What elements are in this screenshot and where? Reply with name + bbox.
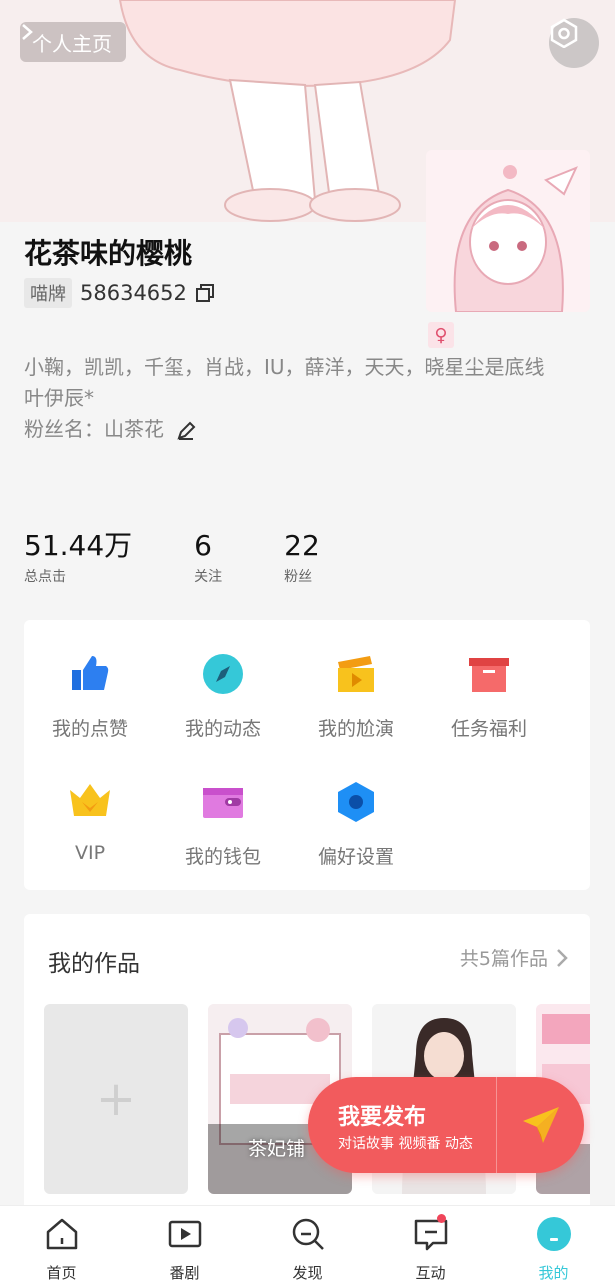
edit-pencil-icon[interactable] [176,421,196,441]
stat-label: 总点击 [24,569,66,585]
publish-icon-area [496,1077,584,1173]
user-bio: 小鞠，凯凯，千玺，肖战，IU，薛洋，天天，晓星尘是底线 叶伊辰* 粉丝名：山茶花 [24,352,594,445]
compass-icon [203,654,243,694]
publish-subtitle: 对话故事 视频番 动态 [338,1136,473,1152]
chevron-right-icon [22,24,33,40]
works-title: 我的作品 [48,951,140,977]
add-work-button[interactable]: + [44,1004,188,1194]
gender-female-icon: ♀ [428,322,454,348]
menu-label: 偏好设置 [317,846,394,868]
menu-label: 我的点赞 [51,718,128,740]
stat-value: 51.44万 [24,529,133,562]
bottom-navigation: 首页 番剧 发现 互动 我的 [0,1205,615,1280]
avatar-illustration [426,150,590,312]
feature-menu-card: 我的点赞 我的动态 我的尬演 任务福利 VIP 我的钱包 偏好设置 [24,620,590,890]
nav-label: 互动 [415,1264,446,1280]
notification-dot [437,1214,446,1223]
user-id-row: 喵牌 58634652 [24,278,215,308]
stat-value: 22 [284,529,320,562]
copy-icon[interactable] [195,283,215,303]
gift-box-icon [469,658,509,692]
stat-total-clicks[interactable]: 51.44万 总点击 [24,530,132,586]
works-count-link[interactable]: 共5篇作品 [460,944,568,971]
mine-icon [536,1217,571,1251]
menu-label: 任务福利 [450,718,527,740]
settings-hex-icon [550,18,578,48]
works-count: 共5篇作品 [459,948,548,970]
nav-mine[interactable]: 我的 [492,1206,615,1280]
nav-home[interactable]: 首页 [0,1206,123,1280]
menu-my-likes[interactable]: 我的点赞 [24,652,156,741]
home-icon [46,1218,77,1250]
nav-anime[interactable]: 番剧 [123,1206,246,1280]
hex-gear-icon [338,782,374,822]
nav-label: 我的 [538,1264,569,1280]
menu-task-rewards[interactable]: 任务福利 [423,652,555,741]
publish-title: 我要发布 [338,1105,427,1130]
play-icon [168,1220,201,1248]
menu-preferences[interactable]: 偏好设置 [290,780,422,869]
personal-homepage-button[interactable]: 个人主页 [20,22,126,62]
stat-fans[interactable]: 22 粉丝 [284,530,320,586]
id-badge: 喵牌 [24,278,72,308]
bio-line-1: 小鞠，凯凯，千玺，肖战，IU，薛洋，天天，晓星尘是底线 [24,355,545,379]
stat-label: 粉丝 [284,569,313,585]
bio-fan-name: 粉丝名：山茶花 [24,417,164,441]
menu-my-activity[interactable]: 我的动态 [157,652,289,741]
stat-label: 关注 [194,569,223,585]
menu-my-acting[interactable]: 我的尬演 [290,652,422,741]
nav-interaction[interactable]: 互动 [369,1206,492,1280]
user-id-number: 58634652 [80,281,187,305]
work-caption: 茶妃铺 [248,1138,306,1160]
stat-value: 6 [194,529,212,562]
nav-discover[interactable]: 发现 [246,1206,369,1280]
paper-plane-icon [522,1107,559,1143]
menu-vip[interactable]: VIP [24,780,156,864]
personal-homepage-label: 个人主页 [32,31,112,56]
menu-my-wallet[interactable]: 我的钱包 [157,780,289,869]
clapperboard-icon [338,656,374,692]
nav-label: 首页 [46,1264,77,1280]
settings-button[interactable] [549,18,599,68]
plus-icon: + [95,1071,137,1127]
menu-label: 我的钱包 [184,846,261,868]
menu-label: VIP [74,842,106,864]
discover-icon [292,1218,324,1250]
menu-label: 我的尬演 [317,718,394,740]
user-stats: 51.44万 总点击 6 关注 22 粉丝 [24,530,382,586]
nav-label: 发现 [292,1264,323,1280]
crown-icon [70,784,110,816]
bio-line-2: 叶伊辰* [24,386,94,410]
nav-label: 番剧 [169,1264,200,1280]
wallet-icon [203,788,243,818]
avatar[interactable] [426,150,590,312]
bio-line-3: 粉丝名：山茶花 [24,414,594,445]
username: 花茶味的樱桃 [24,237,193,270]
thumbs-up-icon [72,656,109,690]
menu-label: 我的动态 [184,718,261,740]
stat-following[interactable]: 6 关注 [194,530,222,586]
chevron-right-icon [557,948,568,967]
publish-button[interactable]: 我要发布 对话故事 视频番 动态 [308,1077,584,1173]
